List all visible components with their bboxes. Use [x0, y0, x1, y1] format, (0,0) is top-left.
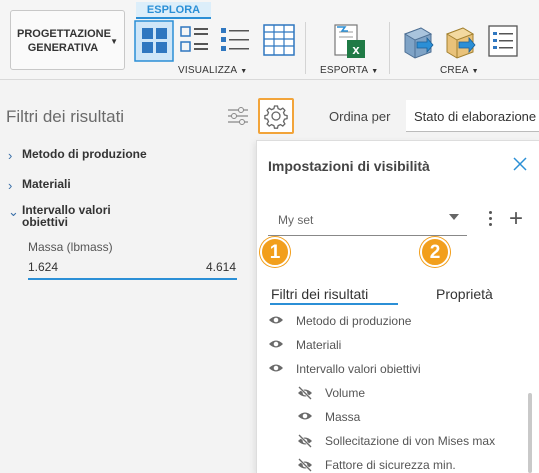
set-select[interactable]: My set: [268, 203, 467, 236]
visibility-row[interactable]: Fattore di sicurezza min.: [297, 458, 456, 472]
group-label-visualizza[interactable]: VISUALIZZA ▼: [178, 65, 247, 76]
gear-icon: [264, 105, 288, 129]
tree-item-intervallo[interactable]: ⌄ Intervallo valori obiettivi: [8, 204, 111, 228]
chevron-down-icon: ▼: [110, 37, 118, 46]
eye-off-icon[interactable]: [297, 458, 313, 473]
caret-down-icon: [449, 214, 459, 220]
more-options-icon[interactable]: [484, 211, 496, 229]
eye-off-icon[interactable]: [297, 434, 313, 451]
chevron-down-icon: ▼: [471, 68, 479, 75]
group-label-esporta[interactable]: ESPORTA ▼: [320, 65, 378, 76]
chevron-down-icon: ▼: [371, 68, 379, 75]
filter-sliders-icon[interactable]: [227, 106, 249, 131]
chevron-right-icon: ›: [8, 178, 13, 193]
visibility-row[interactable]: Massa: [297, 410, 360, 424]
visibility-settings-popup: Impostazioni di visibilità My set + 1 2 …: [256, 140, 539, 473]
visibility-row-label: Metodo di produzione: [296, 314, 412, 328]
toolbar: ESPLORA PROGETTAZIONE GENERATIVA ▼ VISUA…: [0, 0, 539, 80]
visibility-row[interactable]: Sollecitazione di von Mises max: [297, 434, 495, 448]
eye-icon[interactable]: [268, 362, 284, 377]
results-filter-panel: Filtri dei risultati › Metodo di produzio…: [0, 80, 256, 473]
close-icon[interactable]: [511, 155, 529, 178]
visibility-row-label: Massa: [325, 410, 361, 424]
visibility-row[interactable]: Volume: [297, 386, 365, 400]
popup-title: Impostazioni di visibilità: [268, 158, 430, 174]
properties-list-view-icon[interactable]: [220, 26, 252, 61]
range-min-value[interactable]: 1.624: [28, 260, 58, 274]
panel-title: Filtri dei risultati: [6, 107, 125, 126]
table-view-icon[interactable]: [263, 24, 295, 61]
chevron-down-icon: ⌄: [8, 204, 19, 219]
tab-filtri-risultati[interactable]: Filtri dei risultati: [271, 286, 368, 302]
chevron-down-icon: ▼: [240, 68, 248, 75]
scrollbar[interactable]: [528, 393, 532, 473]
create-3d-icon[interactable]: [443, 24, 477, 65]
eye-icon[interactable]: [268, 338, 284, 353]
add-icon[interactable]: +: [509, 207, 523, 231]
active-tab-indicator: [270, 303, 398, 305]
svg-text:x: x: [352, 42, 360, 57]
eye-icon[interactable]: [268, 314, 284, 329]
range-label: Massa (lbmass): [28, 240, 113, 254]
generative-design-label: PROGETTAZIONE GENERATIVA: [17, 28, 111, 54]
create-design-icon[interactable]: [401, 24, 435, 65]
sort-select[interactable]: Stato di elaborazione: [406, 100, 539, 132]
create-list-icon[interactable]: [487, 24, 521, 65]
visibility-row-label: Sollecitazione di von Mises max: [325, 434, 496, 448]
list-thumbnail-view-icon[interactable]: [180, 26, 212, 61]
visibility-row-label: Volume: [325, 386, 366, 400]
range-slider[interactable]: [28, 278, 237, 280]
visibility-row-label: Materiali: [296, 338, 342, 352]
visibility-row-label: Intervallo valori obiettivi: [296, 362, 421, 376]
eye-off-icon[interactable]: [297, 386, 313, 403]
group-label-crea[interactable]: CREA ▼: [440, 65, 479, 76]
visibility-row-label: Fattore di sicurezza min.: [325, 458, 456, 472]
tab-esplora[interactable]: ESPLORA: [136, 2, 211, 19]
generative-design-button[interactable]: PROGETTAZIONE GENERATIVA ▼: [10, 10, 125, 70]
chevron-right-icon: ›: [8, 148, 13, 163]
visibility-row[interactable]: Materiali: [268, 338, 341, 352]
eye-icon[interactable]: [297, 410, 313, 425]
toolbar-separator: [305, 22, 306, 74]
grid-view-icon[interactable]: [134, 20, 174, 67]
tab-proprieta[interactable]: Proprietà: [436, 286, 493, 302]
range-max-value[interactable]: 4.614: [206, 260, 236, 274]
visibility-row[interactable]: Metodo di produzione: [268, 314, 411, 328]
visibility-settings-button[interactable]: [258, 98, 294, 134]
visibility-row[interactable]: Intervallo valori obiettivi: [268, 362, 421, 376]
excel-export-icon[interactable]: x: [333, 24, 367, 65]
sort-label: Ordina per: [329, 109, 391, 124]
callout-badge-1: 1: [260, 237, 290, 267]
set-select-value: My set: [278, 213, 314, 227]
callout-badge-2: 2: [420, 237, 450, 267]
tree-item-metodo[interactable]: › Metodo di produzione: [8, 148, 147, 163]
tree-item-materiali[interactable]: › Materiali: [8, 178, 71, 193]
toolbar-separator: [389, 22, 390, 74]
